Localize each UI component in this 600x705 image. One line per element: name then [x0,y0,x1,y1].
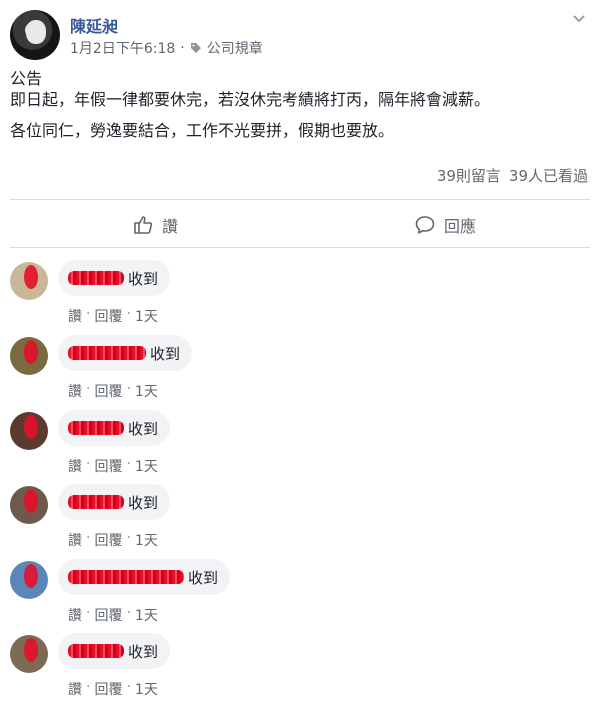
like-label: 讚 [161,217,178,236]
comment-bubble-icon [415,216,435,234]
author-name[interactable]: 陳延昶 [70,13,118,37]
separator: · [86,679,91,695]
divider-top [10,199,590,200]
redacted-commenter-name[interactable] [68,346,146,360]
separator: · [126,679,131,695]
separator: · [86,381,91,397]
post-line-2: 各位同仁，勞逸要結合，工作不光要拼，假期也要放。 [10,121,395,140]
comment-bubble: 收到 [58,260,171,296]
comment-bubble: 收到 [58,410,171,446]
group-name[interactable]: 公司規章 [207,38,263,58]
comment-item: 收到 讚 · 回覆 · 1天 [10,260,590,330]
comment-actions: 讚 · 回覆 · 1天 [68,306,158,326]
comment-bubble: 收到 [58,633,171,669]
comment-time[interactable]: 1天 [135,605,158,625]
separator: · [86,530,91,546]
comment-text: 收到 [128,493,159,512]
view-count[interactable]: 39人已看過 [509,165,588,186]
comment-time[interactable]: 1天 [135,381,158,401]
comment-item: 收到 讚 · 回覆 · 1天 [10,335,590,405]
comment-reply-link[interactable]: 回覆 [94,530,122,550]
commenter-avatar[interactable] [10,262,48,300]
separator: · [86,306,91,322]
comment-time[interactable]: 1天 [135,679,158,699]
post-line-heading: 公告 [10,69,43,88]
comment-bubble: 收到 [58,484,171,520]
redacted-commenter-name[interactable] [68,271,124,285]
comment-text: 收到 [128,419,159,438]
comment-text: 收到 [128,642,159,661]
comment-like-link[interactable]: 讚 [68,306,82,326]
comment-item: 收到 讚 · 回覆 · 1天 [10,484,590,554]
author-avatar[interactable] [10,10,60,60]
post-line-1: 即日起，年假一律都要休完，若沒休完考績將打丙，隔年將會減薪。 [10,90,491,109]
comment-like-link[interactable]: 讚 [68,456,82,476]
like-button[interactable]: 讚 [10,205,300,245]
redacted-commenter-name[interactable] [68,495,124,509]
chevron-down-icon[interactable] [572,12,586,26]
separator: · [86,605,91,621]
commenter-avatar[interactable] [10,412,48,450]
separator: · [126,456,131,472]
redacted-commenter-name[interactable] [68,644,124,658]
comment-actions: 讚 · 回覆 · 1天 [68,530,158,550]
separator: · [126,381,131,397]
comment-reply-link[interactable]: 回覆 [94,605,122,625]
comment-actions: 讚 · 回覆 · 1天 [68,456,158,476]
post-header: 陳延昶 1月2日下午6:18 · 公司規章 [10,10,590,62]
comment-item: 收到 讚 · 回覆 · 1天 [10,410,590,480]
comment-count[interactable]: 39則留言 [437,165,501,186]
comment-item: 收到 讚 · 回覆 · 1天 [10,633,590,703]
comment-text: 收到 [128,269,159,288]
commenter-avatar[interactable] [10,561,48,599]
comment-like-link[interactable]: 讚 [68,381,82,401]
comment-bubble: 收到 [58,335,193,371]
comment-reply-link[interactable]: 回覆 [94,306,122,326]
separator: · [86,456,91,472]
comment-time[interactable]: 1天 [135,306,158,326]
separator: · [126,306,131,322]
post-body: 公告 即日起，年假一律都要休完，若沒休完考績將打丙，隔年將會減薪。 各位同仁，勞… [10,68,590,141]
post-stats: 39則留言 39人已看過 [437,165,588,186]
comment-item: 收到 讚 · 回覆 · 1天 [10,559,590,629]
comment-text: 收到 [150,344,181,363]
post-meta: 1月2日下午6:18 · 公司規章 [70,38,263,58]
post-date[interactable]: 1月2日下午6:18 [70,38,175,58]
divider-bottom [10,247,590,248]
meta-separator: · [180,40,185,56]
comment-button[interactable]: 回應 [300,205,590,245]
tag-icon [190,42,202,54]
comment-reply-link[interactable]: 回覆 [94,456,122,476]
comment-time[interactable]: 1天 [135,456,158,476]
comment-bubble: 收到 [58,559,231,595]
comment-reply-link[interactable]: 回覆 [94,679,122,699]
comment-like-link[interactable]: 讚 [68,530,82,550]
comment-text: 收到 [188,568,219,587]
commenter-avatar[interactable] [10,337,48,375]
comment-label: 回應 [443,217,476,236]
comment-like-link[interactable]: 讚 [68,605,82,625]
comment-actions: 讚 · 回覆 · 1天 [68,381,158,401]
redacted-commenter-name[interactable] [68,570,184,584]
commenter-avatar[interactable] [10,635,48,673]
comment-actions: 讚 · 回覆 · 1天 [68,605,158,625]
comment-actions: 讚 · 回覆 · 1天 [68,679,158,699]
comment-reply-link[interactable]: 回覆 [94,381,122,401]
action-bar: 讚 回應 [10,205,590,245]
comment-time[interactable]: 1天 [135,530,158,550]
separator: · [126,530,131,546]
separator: · [126,605,131,621]
commenter-avatar[interactable] [10,486,48,524]
comment-like-link[interactable]: 讚 [68,679,82,699]
redacted-commenter-name[interactable] [68,421,124,435]
thumbs-up-icon [134,216,153,234]
